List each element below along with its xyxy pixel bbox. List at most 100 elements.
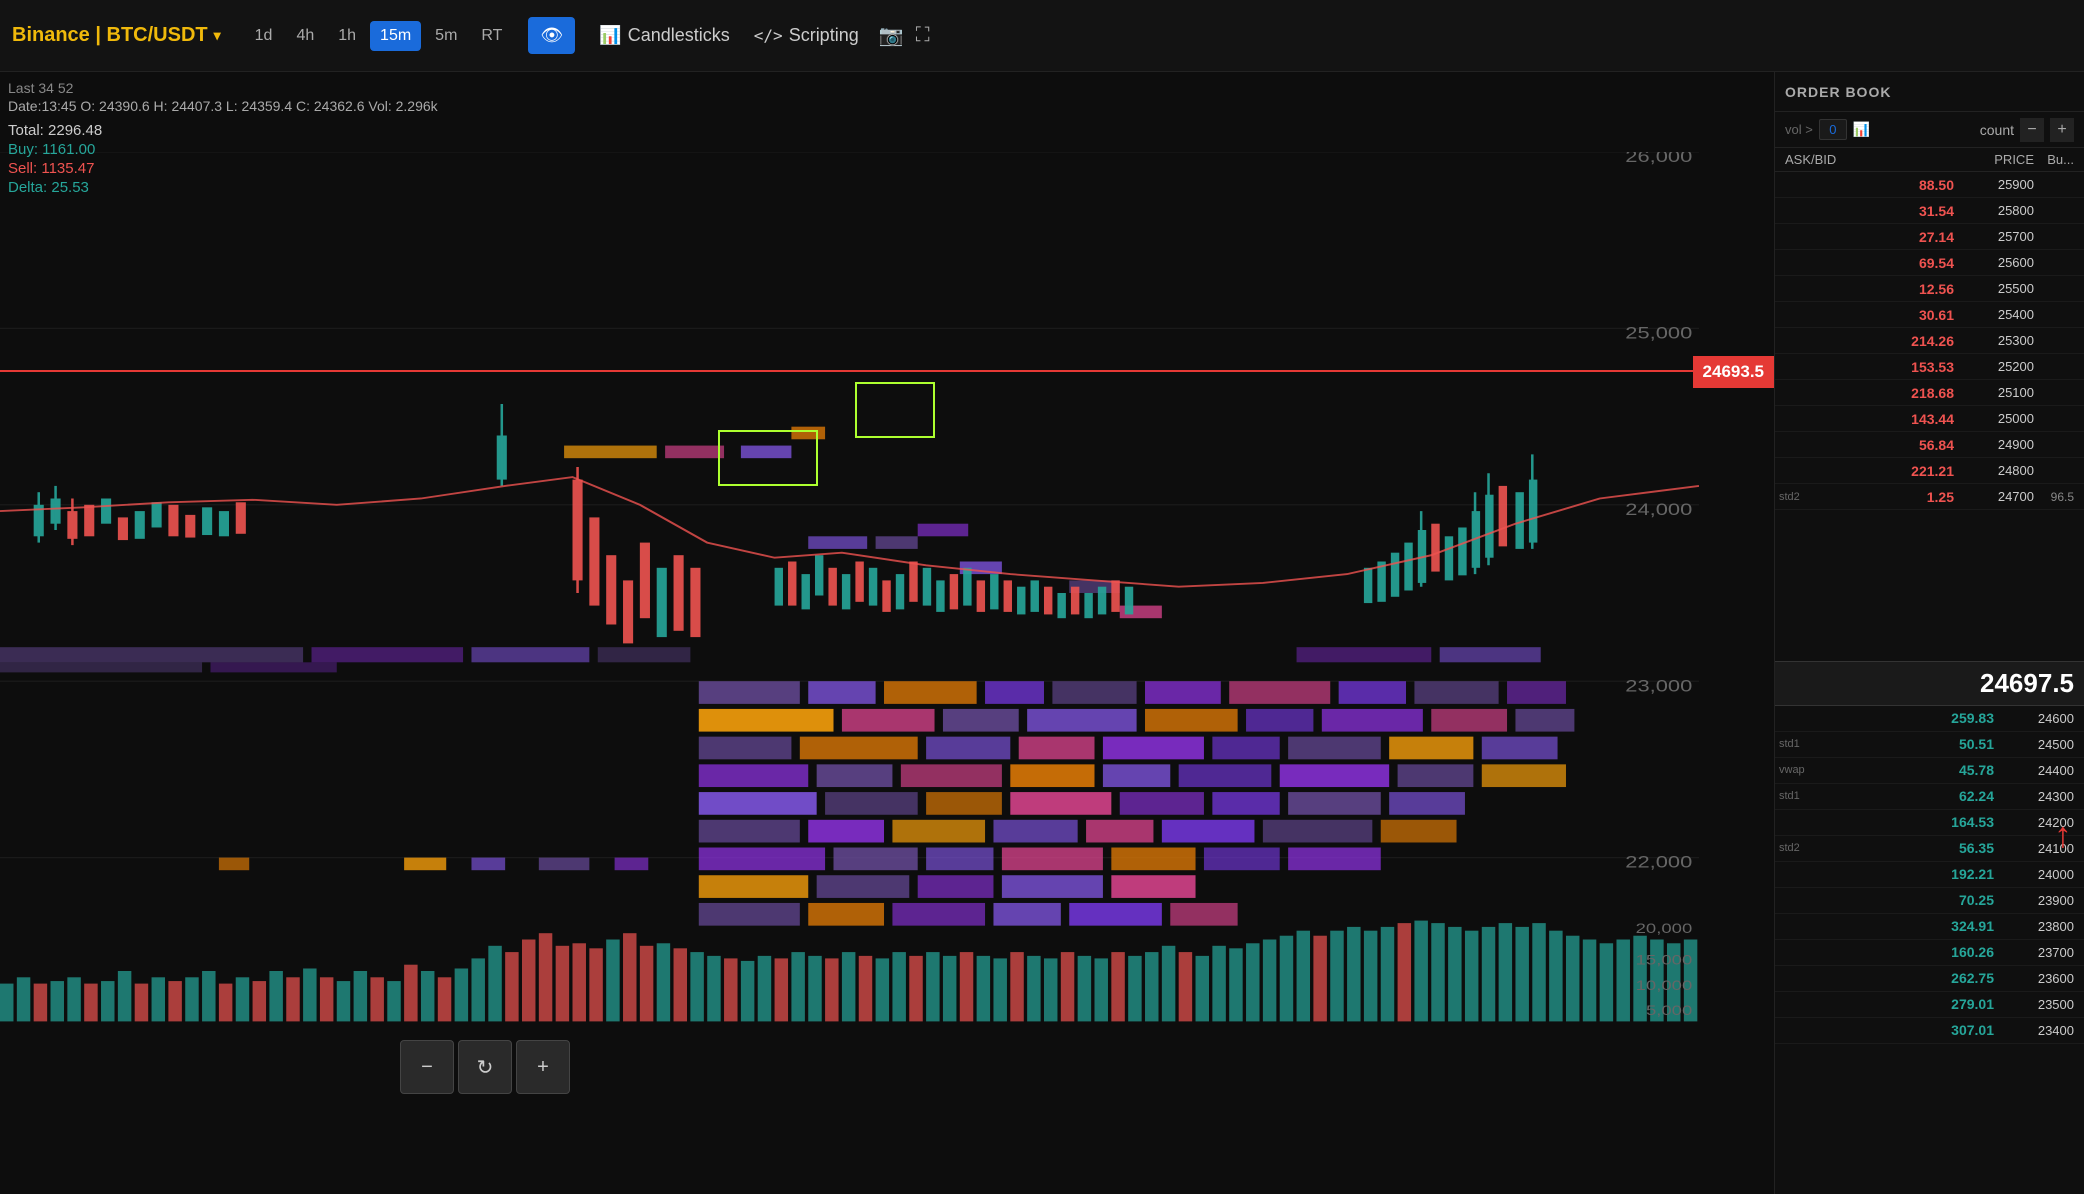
ob-ask-value: 88.50: [1785, 177, 1964, 193]
svg-text:15,000: 15,000: [1636, 953, 1693, 968]
ob-ask-row[interactable]: 218.6825100: [1775, 380, 2084, 406]
ob-price-value: 24300: [2004, 789, 2074, 804]
ob-ask-row[interactable]: 153.5325200: [1775, 354, 2084, 380]
ob-price-value: 24700: [1964, 489, 2034, 504]
ob-ask-value: 259.83: [1785, 710, 2004, 726]
ob-ask-row[interactable]: 69.5425600: [1775, 250, 2084, 276]
tf-4h[interactable]: 4h: [286, 21, 324, 51]
ob-price-value: 25000: [1964, 411, 2034, 426]
ob-bid-row[interactable]: vwap45.7824400: [1775, 758, 2084, 784]
ob-bid-row[interactable]: 307.0123400: [1775, 1018, 2084, 1044]
ob-ask-row[interactable]: std21.252470096.5: [1775, 484, 2084, 510]
svg-text:23,000: 23,000: [1625, 678, 1692, 696]
ob-ask-row[interactable]: 27.1425700: [1775, 224, 2084, 250]
ob-row-label: std2: [1779, 842, 1800, 854]
ob-price-value: 24600: [2004, 711, 2074, 726]
ob-col-buy-header: Bu...: [2034, 152, 2074, 167]
ob-price-value: 24400: [2004, 763, 2074, 778]
zoom-out-button[interactable]: −: [400, 1040, 454, 1094]
ob-price-value: 25900: [1964, 177, 2034, 192]
ob-bid-row[interactable]: 192.2124000: [1775, 862, 2084, 888]
ob-bid-row[interactable]: std162.2424300: [1775, 784, 2084, 810]
ob-ask-row[interactable]: 30.6125400: [1775, 302, 2084, 328]
svg-text:10,000: 10,000: [1636, 978, 1693, 993]
zoom-in-button[interactable]: +: [516, 1040, 570, 1094]
ob-ask-value: 27.14: [1785, 229, 1964, 245]
ob-bid-row[interactable]: 259.8324600: [1775, 706, 2084, 732]
count-minus-button[interactable]: −: [2020, 118, 2044, 142]
ob-ask-value: 1.25: [1785, 489, 1964, 505]
ob-ask-value: 31.54: [1785, 203, 1964, 219]
ob-price-value: 25500: [1964, 281, 2034, 296]
ob-ask-value: 160.26: [1785, 944, 2004, 960]
tf-rt[interactable]: RT: [471, 21, 512, 51]
refresh-button[interactable]: ↻: [458, 1040, 512, 1094]
ob-bid-row[interactable]: 164.5324200: [1775, 810, 2084, 836]
svg-text:24,000: 24,000: [1625, 501, 1692, 519]
brand-label[interactable]: Binance | BTC/USDT ▾: [12, 24, 221, 47]
svg-text:22,000: 22,000: [1625, 854, 1692, 872]
ob-ask-value: 214.26: [1785, 333, 1964, 349]
eye-icon: 👁: [540, 25, 563, 45]
svg-text:26,000: 26,000: [1625, 152, 1692, 166]
ob-ask-value: 12.56: [1785, 281, 1964, 297]
scripting-label: Scripting: [789, 25, 859, 46]
code-icon: </>: [754, 26, 783, 45]
ob-ask-row[interactable]: 56.8424900: [1775, 432, 2084, 458]
timeframe-group: 1d 4h 1h 15m 5m RT: [245, 21, 513, 51]
ob-bid-rows: 259.8324600std150.5124500vwap45.7824400s…: [1775, 706, 2084, 1194]
ob-ask-value: 279.01: [1785, 996, 2004, 1012]
brand-dropdown-arrow[interactable]: ▾: [214, 27, 221, 44]
ob-price-value: 23700: [2004, 945, 2074, 960]
ob-price-value: 25100: [1964, 385, 2034, 400]
tf-15m[interactable]: 15m: [370, 21, 421, 51]
ob-ask-value: 45.78: [1785, 762, 2004, 778]
current-price-value: 24697.5: [1980, 668, 2074, 699]
scripting-button[interactable]: </> Scripting: [754, 25, 859, 46]
ob-ask-row[interactable]: 143.4425000: [1775, 406, 2084, 432]
count-plus-button[interactable]: +: [2050, 118, 2074, 142]
ob-price-value: 25800: [1964, 203, 2034, 218]
ob-ask-value: 192.21: [1785, 866, 2004, 882]
eye-button[interactable]: 👁: [528, 17, 575, 54]
ob-ask-rows: 88.502590031.542580027.142570069.5425600…: [1775, 172, 2084, 661]
tf-1h[interactable]: 1h: [328, 21, 366, 51]
chart-ohlcv: Date:13:45 O: 24390.6 H: 24407.3 L: 2435…: [8, 98, 438, 114]
ob-current-price: 24697.5: [1775, 661, 2084, 706]
ob-row-label: vwap: [1779, 764, 1805, 776]
price-label: 24693.5: [1693, 356, 1774, 388]
ob-bid-row[interactable]: std150.5124500: [1775, 732, 2084, 758]
vol-label: vol >: [1785, 122, 1813, 137]
ob-ask-row[interactable]: 221.2124800: [1775, 458, 2084, 484]
ob-ask-value: 164.53: [1785, 814, 2004, 830]
ob-ask-row[interactable]: 31.5425800: [1775, 198, 2084, 224]
tf-5m[interactable]: 5m: [425, 21, 467, 51]
ob-ask-value: 69.54: [1785, 255, 1964, 271]
ob-price-value: 25200: [1964, 359, 2034, 374]
topbar: Binance | BTC/USDT ▾ 1d 4h 1h 15m 5m RT …: [0, 0, 2084, 72]
candlesticks-button[interactable]: 📊 Candlesticks: [599, 25, 729, 46]
orderbook-title: ORDER BOOK: [1785, 84, 1891, 100]
vol-input[interactable]: [1819, 119, 1847, 140]
ob-bid-row[interactable]: 262.7523600: [1775, 966, 2084, 992]
ob-ask-row[interactable]: 214.2625300: [1775, 328, 2084, 354]
tf-1d[interactable]: 1d: [245, 21, 283, 51]
camera-icon[interactable]: 📷: [879, 23, 904, 48]
expand-icon[interactable]: ⛶: [916, 24, 930, 47]
ob-ask-row[interactable]: 12.5625500: [1775, 276, 2084, 302]
ob-bid-row[interactable]: 279.0123500: [1775, 992, 2084, 1018]
main-area: Last 34 52 Date:13:45 O: 24390.6 H: 2440…: [0, 72, 2084, 1194]
ob-bid-row[interactable]: 160.2623700: [1775, 940, 2084, 966]
ob-bid-row[interactable]: 324.9123800: [1775, 914, 2084, 940]
ob-price-value: 24900: [1964, 437, 2034, 452]
ob-ask-value: 324.91: [1785, 918, 2004, 934]
ob-bid-row[interactable]: std256.3524100: [1775, 836, 2084, 862]
ob-ask-row[interactable]: 88.5025900: [1775, 172, 2084, 198]
ob-ask-value: 221.21: [1785, 463, 1964, 479]
chart-last-info: Last 34 52: [8, 80, 438, 96]
ob-ask-value: 62.24: [1785, 788, 2004, 804]
ob-price-value: 24800: [1964, 463, 2034, 478]
ob-bid-row[interactable]: 70.2523900: [1775, 888, 2084, 914]
chart-icon: 📊: [1853, 121, 1870, 138]
chart-svg: 26,000 25,000 24,000 23,000 22,000 20,00…: [0, 152, 1699, 1034]
